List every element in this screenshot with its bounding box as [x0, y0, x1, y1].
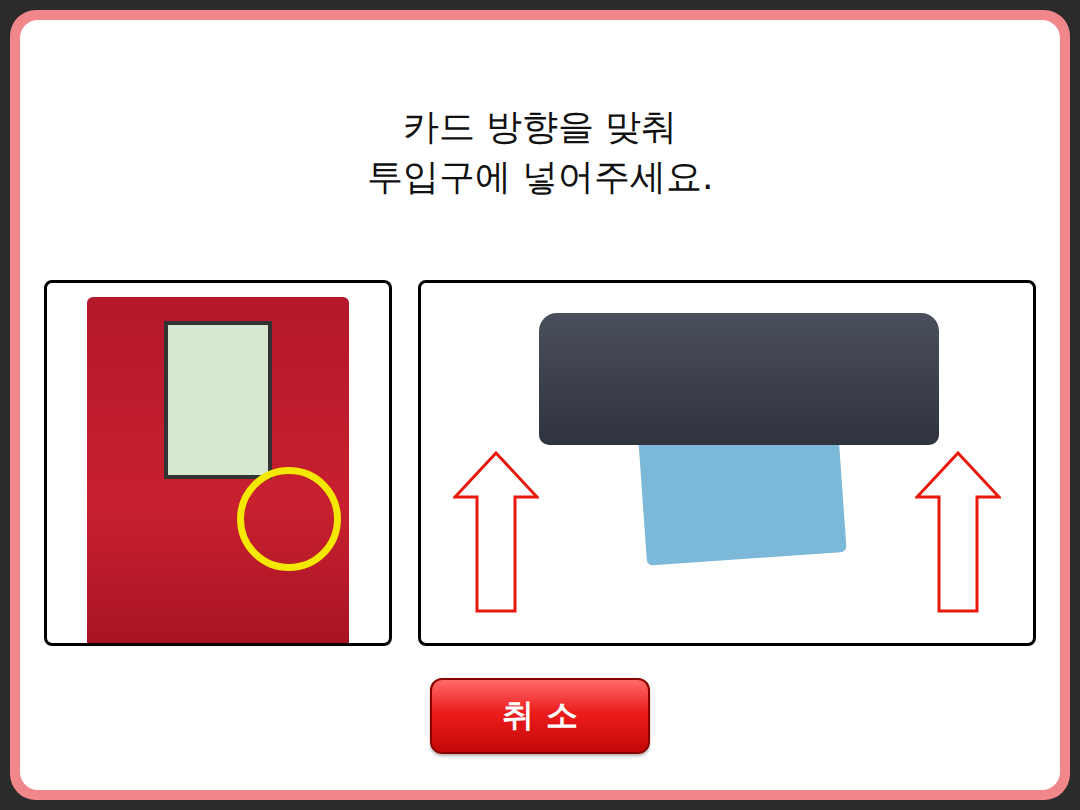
up-arrow-icon — [453, 451, 539, 613]
reader-panel — [418, 280, 1036, 646]
cancel-button[interactable]: 취 소 — [430, 678, 650, 754]
dialog: 카드 방향을 맞춰투입구에 넣어주세요. 취 소 — [20, 20, 1060, 790]
prompt-line: 투입구에 넣어주세요. — [367, 152, 714, 202]
dialog-frame: 카드 방향을 맞춰투입구에 넣어주세요. 취 소 — [10, 10, 1070, 800]
card-reader — [539, 313, 939, 445]
illustration-row — [20, 280, 1060, 646]
prompt-line: 카드 방향을 맞춰 — [367, 102, 714, 152]
kiosk-photo — [87, 297, 349, 643]
up-arrow-icon — [915, 451, 1001, 613]
kiosk-display — [164, 321, 272, 479]
card-slot-highlight — [237, 467, 341, 571]
card-reader-photo — [539, 313, 915, 563]
kiosk-panel — [44, 280, 392, 646]
prompt: 카드 방향을 맞춰투입구에 넣어주세요. — [367, 102, 714, 202]
